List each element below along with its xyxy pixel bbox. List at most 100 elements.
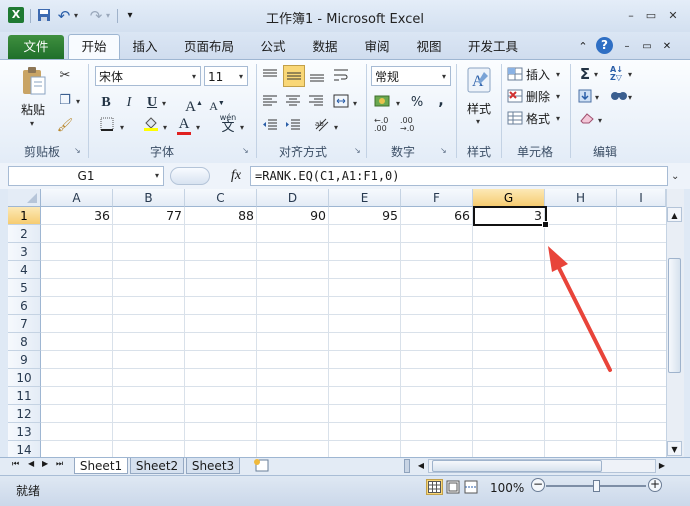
minimize-ribbon-icon[interactable]: ⌃ (576, 36, 590, 58)
restore-button[interactable]: ▭ (642, 8, 660, 24)
normal-view-icon[interactable] (426, 479, 443, 495)
decrease-decimal-icon[interactable]: .00 →.0 (400, 117, 422, 135)
tab-formulas[interactable]: 公式 (252, 36, 294, 58)
borders-icon[interactable] (98, 117, 116, 138)
alignment-launcher-icon[interactable]: ↘ (354, 146, 361, 155)
sheet-tab-sheet3[interactable]: Sheet3 (186, 458, 240, 474)
tab-split-handle[interactable] (404, 459, 410, 473)
select-all-button[interactable] (8, 189, 41, 207)
font-name-select[interactable]: 宋体 ▾ (95, 66, 201, 86)
column-header-a[interactable]: A (41, 189, 113, 207)
last-sheet-icon[interactable]: ⏭ (56, 459, 63, 469)
cell-b1[interactable]: 77 (113, 207, 185, 225)
increase-indent-icon[interactable] (285, 117, 303, 135)
sort-filter-dropdown-icon[interactable]: ▾ (628, 70, 632, 79)
underline-button[interactable]: U (144, 93, 160, 113)
paste-button-label[interactable]: 粘贴 (16, 101, 50, 118)
minimize-button[interactable]: – (622, 8, 640, 24)
align-middle-icon[interactable] (283, 65, 305, 87)
vertical-scroll-thumb[interactable] (668, 258, 681, 373)
cell-a1[interactable]: 36 (41, 207, 113, 225)
accounting-format-icon[interactable] (374, 94, 394, 110)
cell-e1[interactable]: 95 (329, 207, 401, 225)
copy-icon[interactable]: ❐ (56, 91, 74, 111)
accounting-dropdown-icon[interactable]: ▾ (396, 99, 400, 108)
row-header-13[interactable]: 13 (8, 423, 41, 441)
tab-file[interactable]: 文件 (8, 35, 64, 59)
styles-button-label[interactable]: 样式 (462, 100, 496, 117)
styles-dropdown-icon[interactable]: ▾ (476, 117, 480, 126)
zoom-out-icon[interactable]: − (531, 478, 545, 492)
zoom-level[interactable]: 100% (490, 481, 524, 495)
scroll-right-button[interactable]: ▶ (656, 459, 668, 473)
clear-icon[interactable] (578, 111, 596, 127)
fill-icon[interactable] (578, 89, 594, 105)
zoom-in-icon[interactable]: + (648, 478, 662, 492)
find-select-dropdown-icon[interactable]: ▾ (628, 93, 632, 102)
insert-cells-icon[interactable] (507, 67, 523, 83)
align-left-icon[interactable] (262, 93, 280, 111)
align-center-icon[interactable] (285, 93, 303, 111)
column-header-d[interactable]: D (257, 189, 329, 207)
styles-icon[interactable]: A (466, 66, 492, 94)
insert-function-icon[interactable]: fx (226, 167, 246, 185)
insert-sheet-icon[interactable] (252, 458, 272, 474)
font-color-dropdown-icon[interactable]: ▾ (196, 123, 200, 132)
find-select-icon[interactable] (610, 88, 630, 106)
workbook-restore-button[interactable]: ▭ (640, 36, 654, 58)
decrease-indent-icon[interactable] (262, 117, 280, 135)
page-break-view-icon[interactable] (464, 480, 478, 494)
italic-button[interactable]: I (121, 93, 137, 113)
horizontal-scroll-thumb[interactable] (432, 460, 602, 472)
underline-dropdown-icon[interactable]: ▾ (162, 99, 166, 108)
percent-style-button[interactable]: % (408, 93, 426, 113)
tab-data[interactable]: 数据 (304, 36, 346, 58)
tab-review[interactable]: 审阅 (356, 36, 398, 58)
expand-formula-bar-icon[interactable]: ⌄ (671, 171, 679, 182)
tab-home[interactable]: 开始 (68, 34, 120, 61)
scroll-down-button[interactable]: ▼ (667, 441, 682, 456)
delete-cells-button[interactable]: 删除 (526, 88, 558, 105)
column-header-e[interactable]: E (329, 189, 401, 207)
close-button[interactable]: ✕ (664, 8, 682, 24)
row-header-1[interactable]: 1 (8, 207, 41, 225)
column-header-f[interactable]: F (401, 189, 473, 207)
autosum-dropdown-icon[interactable]: ▾ (594, 70, 598, 79)
row-header-9[interactable]: 9 (8, 351, 41, 369)
fill-dropdown-icon[interactable]: ▾ (595, 93, 599, 102)
row-header-6[interactable]: 6 (8, 297, 41, 315)
number-format-select[interactable]: 常规 ▾ (371, 66, 451, 86)
orientation-icon[interactable]: ab (314, 117, 332, 135)
row-header-10[interactable]: 10 (8, 369, 41, 387)
paste-icon[interactable] (20, 66, 48, 96)
workbook-close-button[interactable]: ✕ (660, 36, 674, 58)
row-header-7[interactable]: 7 (8, 315, 41, 333)
prev-sheet-icon[interactable]: ◀ (28, 459, 34, 468)
tab-insert[interactable]: 插入 (124, 36, 166, 58)
font-launcher-icon[interactable]: ↘ (242, 146, 249, 155)
borders-dropdown-icon[interactable]: ▾ (120, 123, 124, 132)
orientation-dropdown-icon[interactable]: ▾ (334, 123, 338, 132)
fill-handle[interactable] (542, 221, 549, 228)
align-top-icon[interactable] (262, 67, 280, 85)
merge-center-icon[interactable] (333, 93, 351, 111)
workbook-minimize-button[interactable]: – (620, 36, 634, 58)
column-header-b[interactable]: B (113, 189, 185, 207)
cell-d1[interactable]: 90 (257, 207, 329, 225)
align-bottom-icon[interactable] (309, 67, 327, 85)
format-cells-button[interactable]: 格式 (526, 110, 558, 127)
row-header-5[interactable]: 5 (8, 279, 41, 297)
copy-dropdown-icon[interactable]: ▾ (76, 97, 80, 106)
sheet-tab-sheet2[interactable]: Sheet2 (130, 458, 184, 474)
clear-dropdown-icon[interactable]: ▾ (598, 116, 602, 125)
align-right-icon[interactable] (308, 93, 326, 111)
zoom-slider-thumb[interactable] (593, 480, 600, 492)
sheet-tab-sheet1[interactable]: Sheet1 (74, 458, 128, 474)
first-sheet-icon[interactable]: ⏮ (12, 459, 19, 469)
column-header-h[interactable]: H (545, 189, 617, 207)
row-header-4[interactable]: 4 (8, 261, 41, 279)
format-painter-icon[interactable]: 🖌 (56, 116, 74, 136)
row-header-12[interactable]: 12 (8, 405, 41, 423)
tab-developer[interactable]: 开发工具 (460, 36, 526, 58)
autosum-icon[interactable]: Σ (577, 64, 593, 84)
